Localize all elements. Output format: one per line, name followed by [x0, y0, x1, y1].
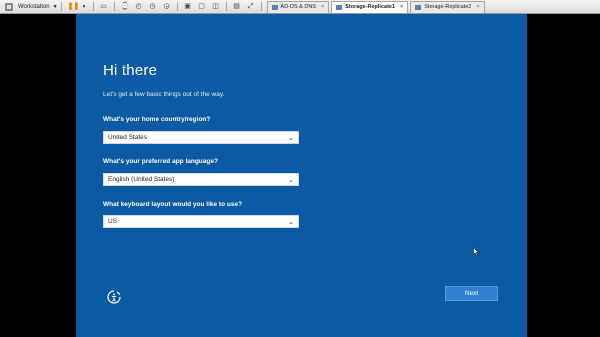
close-icon[interactable]: × [321, 4, 324, 10]
tab-ad-ds-dns[interactable]: AD-DS & DNS × [266, 0, 330, 13]
keyboard-select[interactable]: US ⌄ [103, 215, 299, 228]
close-icon[interactable]: × [476, 4, 479, 10]
chevron-down-icon[interactable]: ▼ [82, 3, 87, 11]
toolbar-separator [260, 2, 262, 11]
language-label: What's your preferred app language? [103, 158, 218, 165]
chevron-down-icon: ⌄ [288, 218, 294, 226]
tab-label: Storage-Replicate2 [424, 4, 472, 10]
language-select[interactable]: English (United States) ⌄ [103, 173, 299, 186]
vm-icon [271, 4, 278, 10]
tab-label: AD-DS & DNS [280, 4, 316, 10]
country-value: United States [108, 134, 148, 141]
country-select[interactable]: United States ⌄ [103, 131, 299, 144]
country-label: What's your home country/region? [103, 116, 211, 123]
toolbar-separator [92, 2, 94, 11]
snapshot-icon[interactable]: ◴ [135, 3, 143, 11]
tab-label: Storage-Replicate1 [345, 4, 396, 10]
manage-snapshots-icon[interactable]: ◶ [163, 3, 171, 11]
view-icon[interactable]: ▣ [184, 3, 192, 11]
workstation-logo-icon [5, 2, 13, 11]
toolbar-separator [176, 2, 178, 11]
keyboard-label: What keyboard layout would you like to u… [103, 201, 243, 208]
chevron-down-icon: ▼ [52, 3, 58, 10]
revert-snapshot-icon[interactable]: ◷ [149, 3, 157, 11]
language-value: English (United States) [108, 176, 175, 183]
send-ctrl-alt-del-icon[interactable]: ⌚ [121, 3, 130, 11]
vm-icon [415, 4, 422, 10]
toolbar-separator [225, 2, 227, 11]
tab-storage-replicate2[interactable]: Storage-Replicate2 × [410, 0, 485, 13]
thumbnail-icon[interactable]: ⤢ [247, 3, 255, 11]
unity-icon[interactable]: ◫ [212, 3, 220, 11]
chevron-down-icon: ⌄ [288, 134, 294, 142]
fullscreen-icon[interactable]: ▢ [198, 3, 206, 11]
keyboard-value: US [108, 218, 118, 225]
close-icon[interactable]: × [400, 4, 403, 10]
pause-icon[interactable]: ❚❚ [68, 3, 80, 11]
page-subtitle: Let's get a few basic things out of the … [103, 91, 225, 98]
product-label: Workstation [18, 3, 50, 10]
product-menu[interactable]: Workstation ▼ [2, 2, 58, 11]
toolbar-separator [113, 2, 115, 11]
next-button[interactable]: Next [445, 286, 498, 301]
mouse-cursor-icon [473, 243, 480, 261]
toolbar-separator [60, 2, 62, 11]
ease-of-access-icon[interactable] [106, 289, 122, 305]
tab-storage-replicate1[interactable]: Storage-Replicate1 × [331, 0, 409, 13]
page-title: Hi there [103, 62, 158, 79]
chevron-down-icon: ⌄ [288, 176, 294, 184]
console-view-icon[interactable]: ▤ [233, 3, 241, 11]
vmware-toolbar: Workstation ▼ ❚❚ ▼ ▭ ⌚ ◴ ◷ ◶ ▣ ▢ ◫ ▤ ⤢ A… [0, 0, 600, 14]
windows-setup-screen: Hi there Let's get a few basic things ou… [76, 14, 527, 337]
vm-settings-icon[interactable]: ▭ [100, 3, 108, 11]
vm-icon [336, 4, 343, 10]
